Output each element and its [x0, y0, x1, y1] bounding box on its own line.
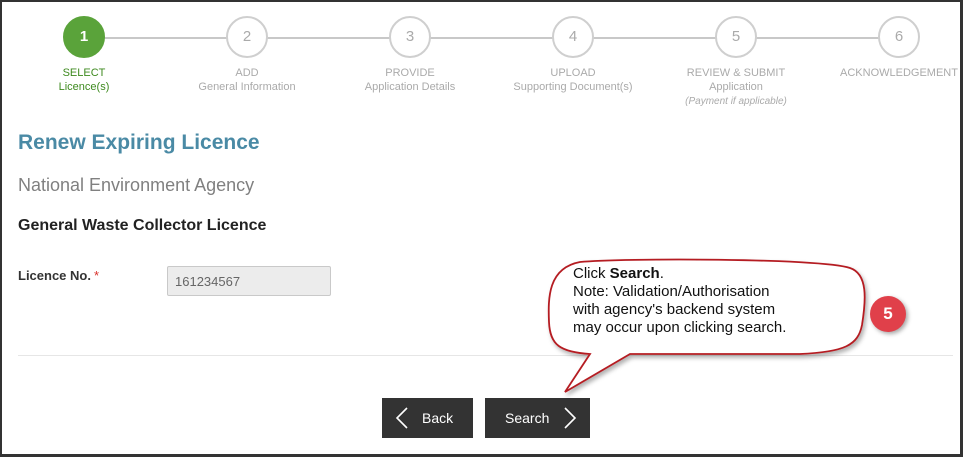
step-badge: 5	[870, 296, 906, 332]
progress-stepper: 1 SELECT Licence(s) 2 ADD General Inform…	[0, 0, 963, 120]
step-number: 5	[715, 16, 757, 58]
step-subtitle: Licence(s)	[58, 81, 110, 93]
step-4-upload: 4 UPLOAD Supporting Document(s)	[493, 16, 653, 95]
callout-line-3: with agency's backend system	[573, 301, 776, 318]
chevron-right-icon	[564, 407, 577, 429]
form-divider	[18, 355, 953, 356]
licence-no-input[interactable]	[167, 266, 331, 296]
step-number: 2	[226, 16, 268, 58]
chevron-left-icon	[395, 407, 408, 429]
callout-line-1: Click Search.	[573, 265, 843, 283]
step-title: REVIEW & SUBMIT	[686, 67, 786, 79]
step-number: 4	[552, 16, 594, 58]
licence-no-label-text: Licence No.	[18, 268, 91, 283]
licence-no-label: Licence No. *	[18, 268, 99, 283]
step-title: SELECT	[62, 67, 106, 79]
search-button[interactable]: Search	[485, 398, 590, 438]
step-subtitle: Application	[709, 81, 763, 93]
callout-suffix: .	[659, 265, 664, 282]
step-title: ACKNOWLEDGEMENT	[840, 67, 958, 79]
step-number: 3	[389, 16, 431, 58]
step-title: UPLOAD	[550, 67, 596, 79]
step-subtitle: Application Details	[364, 81, 456, 93]
back-button-label: Back	[422, 410, 454, 426]
back-button[interactable]: Back	[382, 398, 473, 438]
page-title: Renew Expiring Licence	[18, 131, 260, 154]
step-number: 1	[63, 16, 105, 58]
step-note: (Payment if applicable)	[685, 96, 787, 107]
search-button-label: Search	[505, 410, 550, 426]
step-2-add: 2 ADD General Information	[167, 16, 327, 95]
step-6-acknowledgement: 6 ACKNOWLEDGEMENT	[803, 16, 963, 80]
callout-text: Click Search. Note: Validation/Authorisa…	[573, 265, 843, 337]
licence-name: General Waste Collector Licence	[18, 217, 267, 234]
step-title: ADD	[235, 67, 259, 79]
step-subtitle: General Information	[198, 81, 296, 93]
step-1-select: 1 SELECT Licence(s)	[4, 16, 164, 95]
callout-bold: Search	[609, 265, 660, 282]
callout-prefix: Click	[573, 265, 610, 282]
required-marker: *	[93, 268, 100, 283]
step-number: 6	[878, 16, 920, 58]
step-subtitle: Supporting Document(s)	[513, 81, 633, 93]
callout-line-4: may occur upon clicking search.	[573, 319, 787, 336]
step-3-provide: 3 PROVIDE Application Details	[330, 16, 490, 95]
step-5-review-submit: 5 REVIEW & SUBMIT Application (Payment i…	[656, 16, 816, 109]
step-title: PROVIDE	[385, 67, 435, 79]
agency-name: National Environment Agency	[18, 175, 255, 195]
callout-line-2: Note: Validation/Authorisation	[573, 283, 770, 300]
